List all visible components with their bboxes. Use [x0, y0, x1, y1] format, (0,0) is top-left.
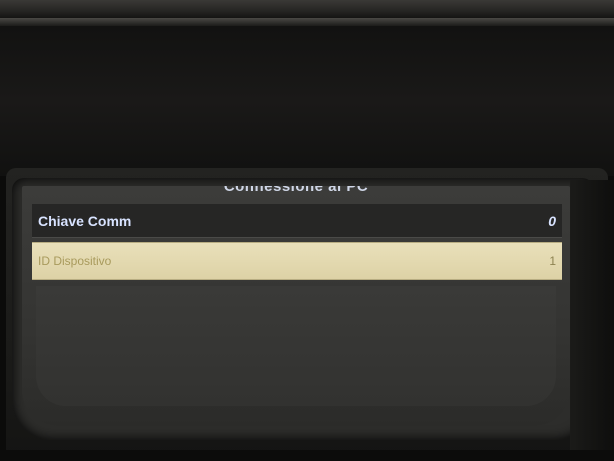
device-top-edge [0, 18, 614, 26]
screen-title: Connessione al PC [223, 186, 369, 195]
menu-item-label: Chiave Comm [38, 212, 132, 229]
device-side-shadow [570, 180, 614, 461]
lcd-screen: Connessione al PC Chiave Comm 0 ID Dispo… [22, 186, 570, 426]
menu-item-chiave-comm[interactable]: Chiave Comm 0 [32, 204, 562, 238]
menu-item-id-dispositivo[interactable]: ID Dispositivo 1 [32, 242, 562, 280]
device-housing [0, 26, 614, 176]
screen-empty-area [36, 286, 556, 406]
menu-item-label: ID Dispositivo [38, 254, 112, 268]
menu-item-value: 1 [549, 254, 556, 268]
device-top-strip [0, 0, 614, 18]
device-photo: Connessione al PC Chiave Comm 0 ID Dispo… [0, 0, 614, 461]
device-bottom-edge [0, 450, 614, 461]
menu-item-value: 0 [548, 212, 556, 229]
